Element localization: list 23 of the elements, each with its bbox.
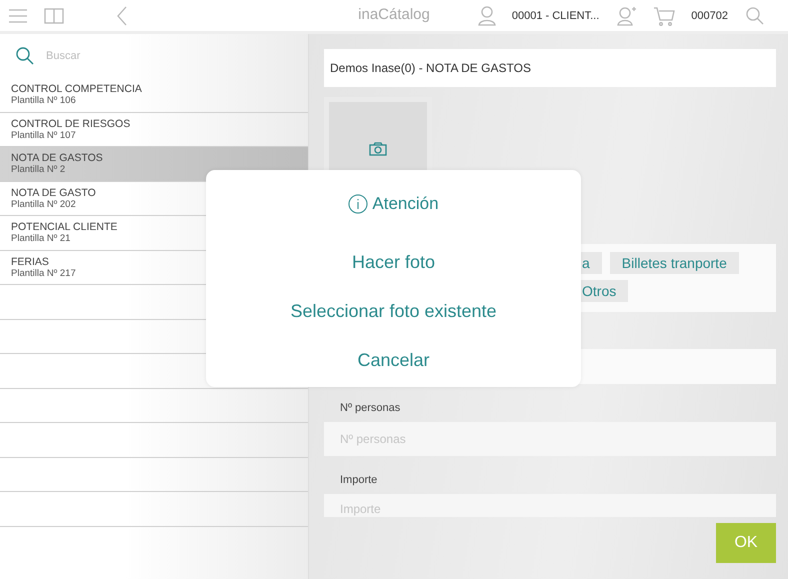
camera-icon [369, 142, 387, 156]
search-field[interactable]: Buscar [44, 49, 248, 63]
back-icon[interactable] [116, 6, 128, 26]
search-icon[interactable] [746, 6, 764, 24]
field-label: Nº personas [339, 401, 402, 416]
menu-icon[interactable] [8, 8, 28, 22]
category-chip[interactable]: Billetes tranporte [610, 252, 739, 274]
search-icon [16, 47, 34, 65]
add-user-icon[interactable] [617, 6, 638, 26]
book-icon[interactable] [44, 8, 64, 24]
dialog-option[interactable]: Cancelar [353, 336, 434, 385]
info-icon [348, 194, 368, 214]
dialog-option[interactable]: Seleccionar foto existente [286, 287, 501, 336]
dialog-option[interactable]: Hacer foto [348, 238, 440, 287]
order-number[interactable]: 000702 [691, 10, 728, 22]
field-label: Importe [339, 473, 378, 488]
user-icon[interactable] [478, 6, 496, 26]
client-label[interactable]: 00001 - CLIENT... [512, 10, 600, 22]
cart-icon[interactable] [653, 6, 676, 26]
dialog-title: Atención [372, 194, 439, 214]
app-title: inaCátalog [358, 6, 430, 23]
template-item[interactable]: CONTROL COMPETENCIA Plantilla Nº 106 [0, 78, 308, 112]
form-title: Demos Inase(0) - NOTA DE GASTOS [324, 49, 776, 87]
